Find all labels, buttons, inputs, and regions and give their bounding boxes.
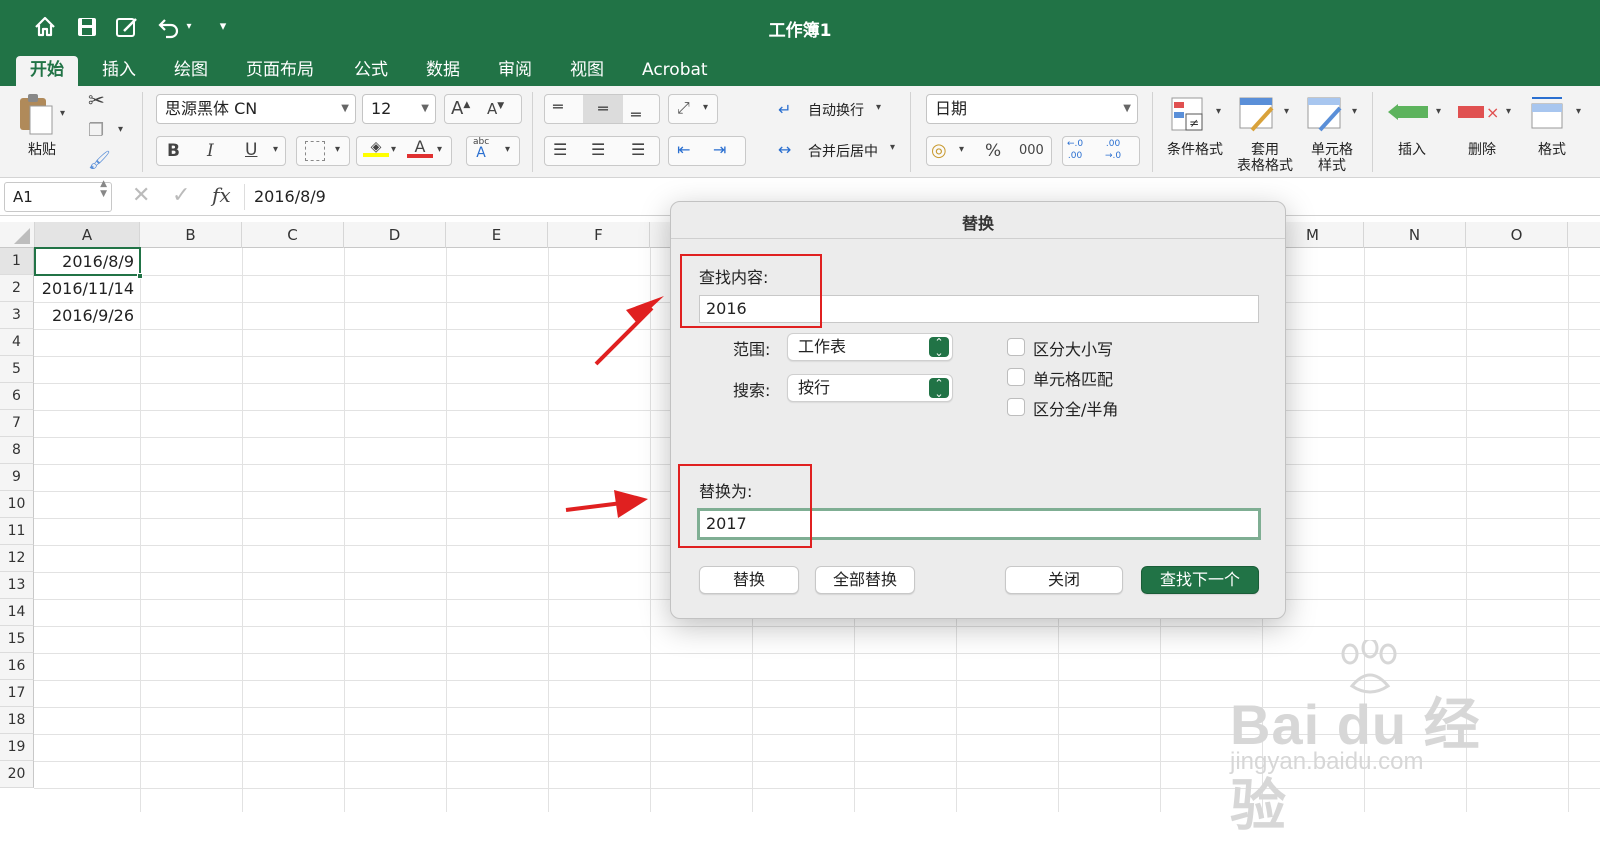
arrow-head: [614, 490, 648, 518]
annotation-arrows: [565, 296, 664, 518]
arrow-head: [626, 296, 664, 322]
